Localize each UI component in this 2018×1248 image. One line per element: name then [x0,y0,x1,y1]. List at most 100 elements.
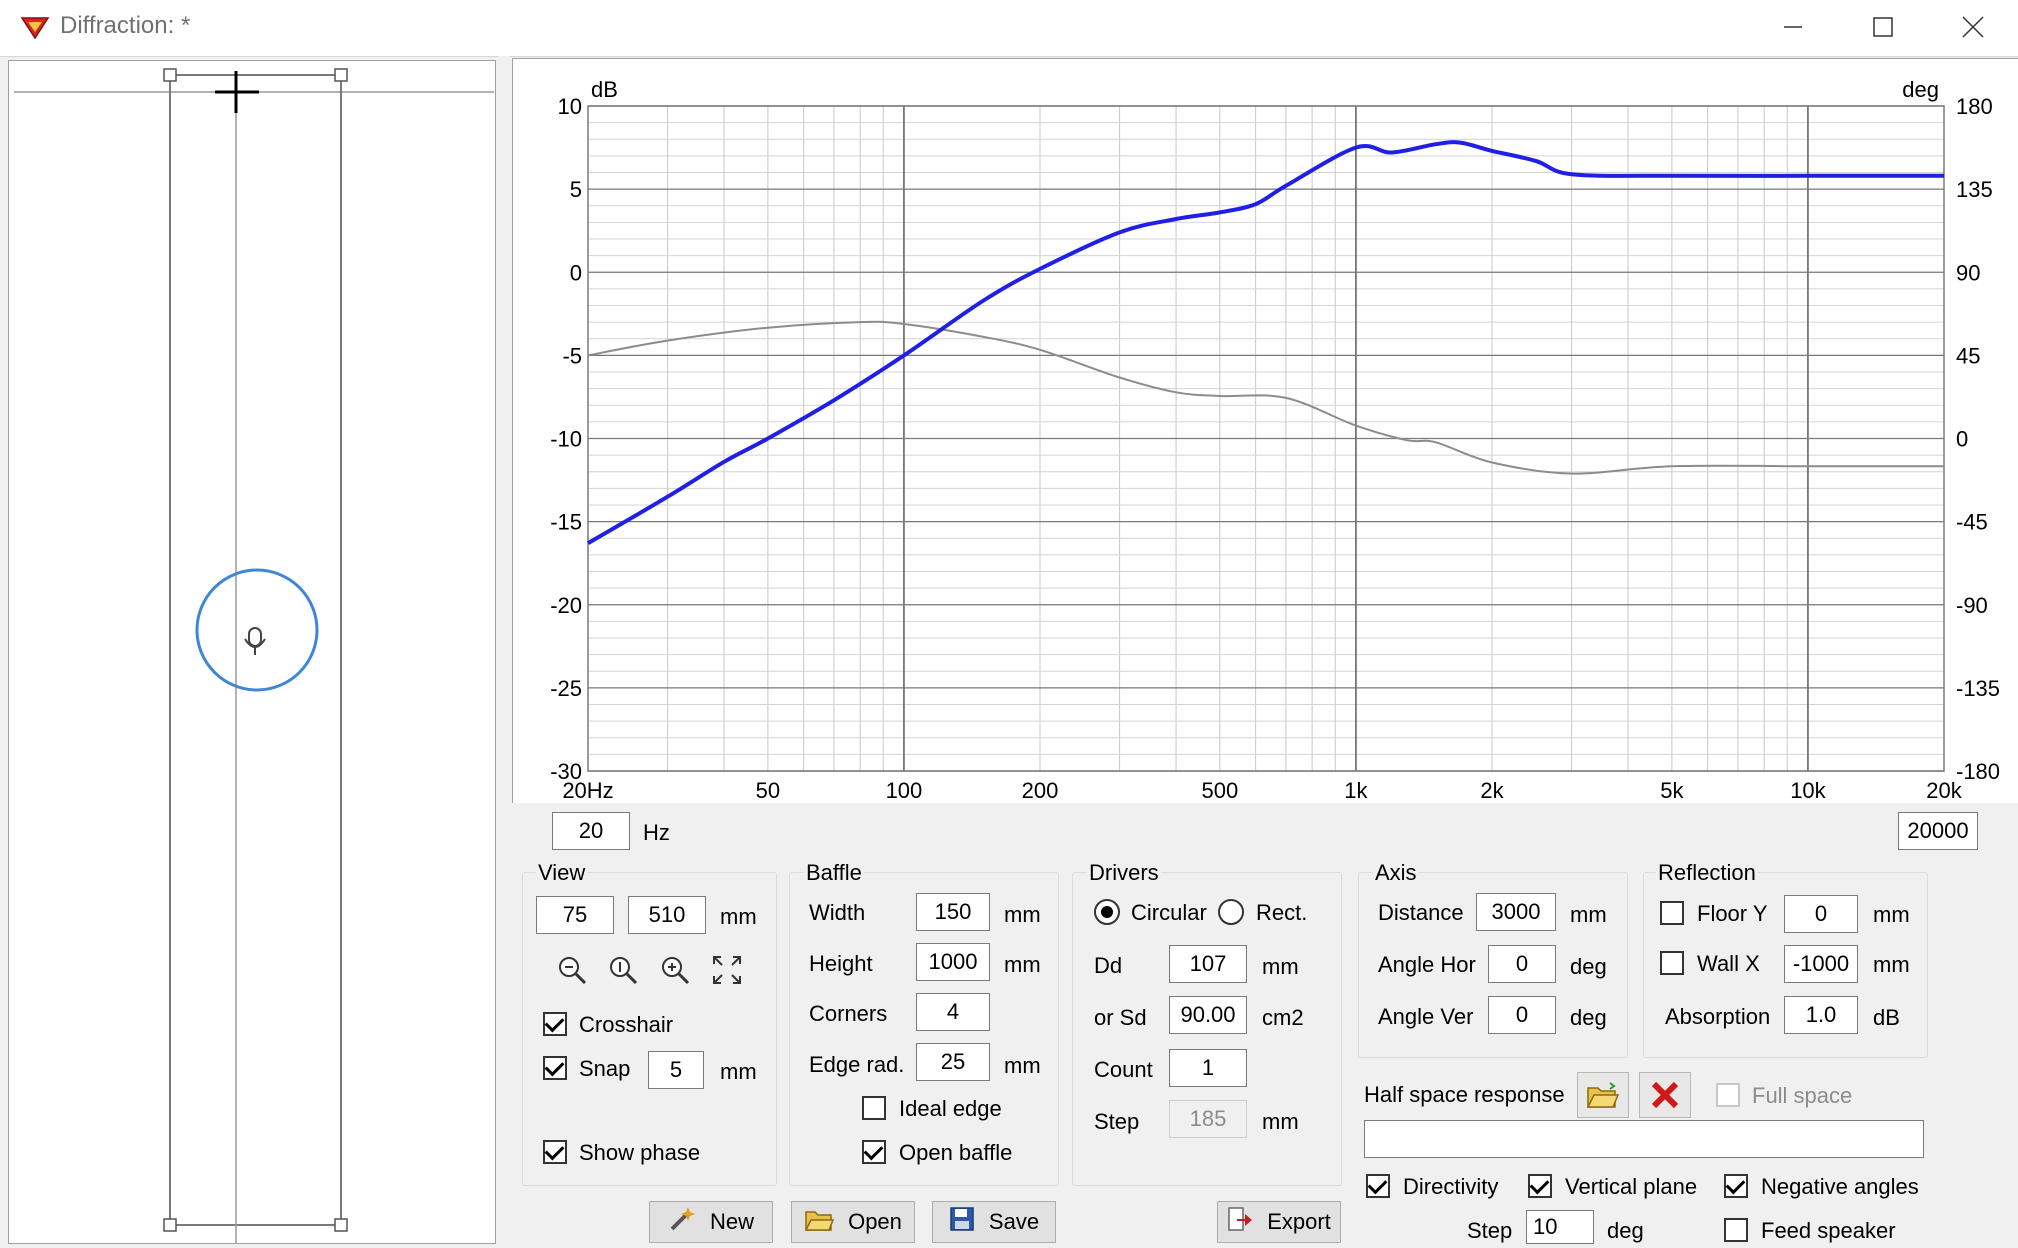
count-label: Count [1094,1057,1153,1082]
export-button[interactable]: Export [1217,1201,1341,1243]
snap-label: Snap [579,1056,631,1081]
baffle-drawing-canvas[interactable] [8,60,496,1244]
count-input[interactable]: 1 [1169,1049,1247,1087]
feed-speaker-checkbox[interactable] [1724,1218,1748,1242]
maximize-button[interactable] [1848,0,1918,54]
show-phase-checkbox[interactable] [543,1140,567,1164]
floppy-disk-icon [949,1206,975,1238]
edge-radius-unit: mm [1004,1053,1041,1078]
wall-unit: mm [1873,952,1910,977]
floor-label: Floor Y [1697,901,1768,926]
negative-angles-checkbox[interactable] [1724,1174,1748,1198]
directivity-checkbox[interactable] [1366,1174,1390,1198]
open-baffle-check-mark [863,1140,884,1161]
view-y-input[interactable]: 510 [628,896,706,934]
feed-speaker-label: Feed speaker [1761,1218,1896,1243]
save-button[interactable]: Save [932,1201,1056,1243]
freq-max-input[interactable]: 20000 [1898,812,1978,850]
y-left-tick-label: -30 [550,759,582,784]
x-tick-label: 5k [1660,778,1684,803]
y-left-tick-label: 10 [558,94,582,119]
negative-angles-label: Negative angles [1761,1174,1919,1199]
floor-unit: mm [1873,902,1910,927]
angle-hor-input[interactable]: 0 [1488,945,1556,983]
rect-radio[interactable] [1218,899,1244,925]
new-button-label: New [709,1209,754,1234]
x-tick-label: 2k [1480,778,1504,803]
crosshair-checkbox[interactable] [543,1012,567,1036]
wall-input[interactable]: -1000 [1784,945,1858,983]
new-button[interactable]: New [649,1201,773,1243]
delete-icon[interactable] [1639,1072,1691,1118]
angle-ver-input[interactable]: 0 [1488,996,1556,1034]
snap-checkbox[interactable] [543,1056,567,1080]
distance-input[interactable]: 3000 [1476,893,1556,931]
y-left-tick-label: 5 [570,177,582,202]
distance-label: Distance [1378,900,1464,925]
y-left-tick-label: -10 [550,427,582,452]
wall-label: Wall X [1697,951,1760,976]
ideal-edge-checkbox[interactable] [862,1096,886,1120]
floor-input[interactable]: 0 [1784,895,1858,933]
x-tick-label: 1k [1344,778,1368,803]
y-right-tick-label: 90 [1956,260,1980,285]
wall-checkbox[interactable] [1660,951,1684,975]
zoom-reset-icon[interactable] [604,952,642,988]
width-input[interactable]: 150 [916,893,990,931]
x-tick-label: 200 [1022,778,1059,803]
absorption-input[interactable]: 1.0 [1784,996,1858,1034]
sd-input[interactable]: 90.00 [1169,996,1247,1034]
fit-view-icon[interactable] [708,952,746,988]
width-unit: mm [1004,902,1041,927]
view-x-input[interactable]: 75 [536,896,614,934]
y-left-tick-label: 0 [570,260,582,285]
resize-handle-bottom-left [163,1218,177,1232]
drivers-group-title: Drivers [1087,860,1161,886]
freq-min-input[interactable]: 20 [552,812,630,850]
half-space-file-input[interactable] [1364,1120,1924,1158]
floor-checkbox[interactable] [1660,901,1684,925]
show-phase-label: Show phase [579,1140,701,1165]
baffle-drawing[interactable] [9,61,495,1243]
magic-wand-icon [668,1205,696,1239]
view-group-title: View [536,860,588,886]
x-tick-label: 10k [1790,778,1826,803]
snap-input[interactable]: 5 [648,1051,704,1089]
vertical-plane-checkbox[interactable] [1528,1174,1552,1198]
step-unit: mm [1262,1109,1299,1134]
circular-label: Circular [1131,900,1207,925]
zoom-in-icon[interactable] [656,952,694,988]
x-tick-label: 50 [756,778,780,803]
y-right-tick-label: -45 [1956,510,1988,535]
directivity-step-input[interactable]: 10 [1526,1210,1594,1244]
corners-input[interactable]: 4 [916,993,990,1031]
dd-label: Dd [1094,953,1123,978]
close-button[interactable] [1938,0,2008,54]
step-input[interactable]: 185 [1169,1100,1247,1138]
panel-splitter[interactable] [498,56,510,1244]
zoom-out-icon[interactable] [553,952,591,988]
angle-ver-unit: deg [1570,1005,1607,1030]
circular-radio[interactable] [1094,899,1120,925]
height-input[interactable]: 1000 [916,943,990,981]
view-unit: mm [720,904,757,929]
angle-hor-label: Angle Hor [1378,952,1476,977]
window-title: Diffraction: * [60,12,191,39]
minimize-button[interactable] [1758,0,1828,54]
open-button[interactable]: Open [791,1201,915,1243]
dd-input[interactable]: 107 [1169,945,1247,983]
show-phase-check-mark [544,1140,565,1161]
edge-radius-input[interactable]: 25 [916,1043,990,1081]
y-left-axis-label: dB [591,77,618,102]
chart-grid [587,105,1945,772]
resize-handle-top-left [163,68,177,82]
directivity-check-mark [1367,1174,1388,1195]
open-folder-icon[interactable] [1577,1072,1629,1118]
crosshair-check-mark [544,1012,565,1033]
full-space-checkbox[interactable] [1716,1083,1740,1107]
open-baffle-checkbox[interactable] [862,1140,886,1164]
export-button-label: Export [1267,1209,1331,1234]
circular-radio-dot [1101,906,1113,918]
magnitude-series-line [586,140,1944,545]
dd-unit: mm [1262,954,1299,979]
